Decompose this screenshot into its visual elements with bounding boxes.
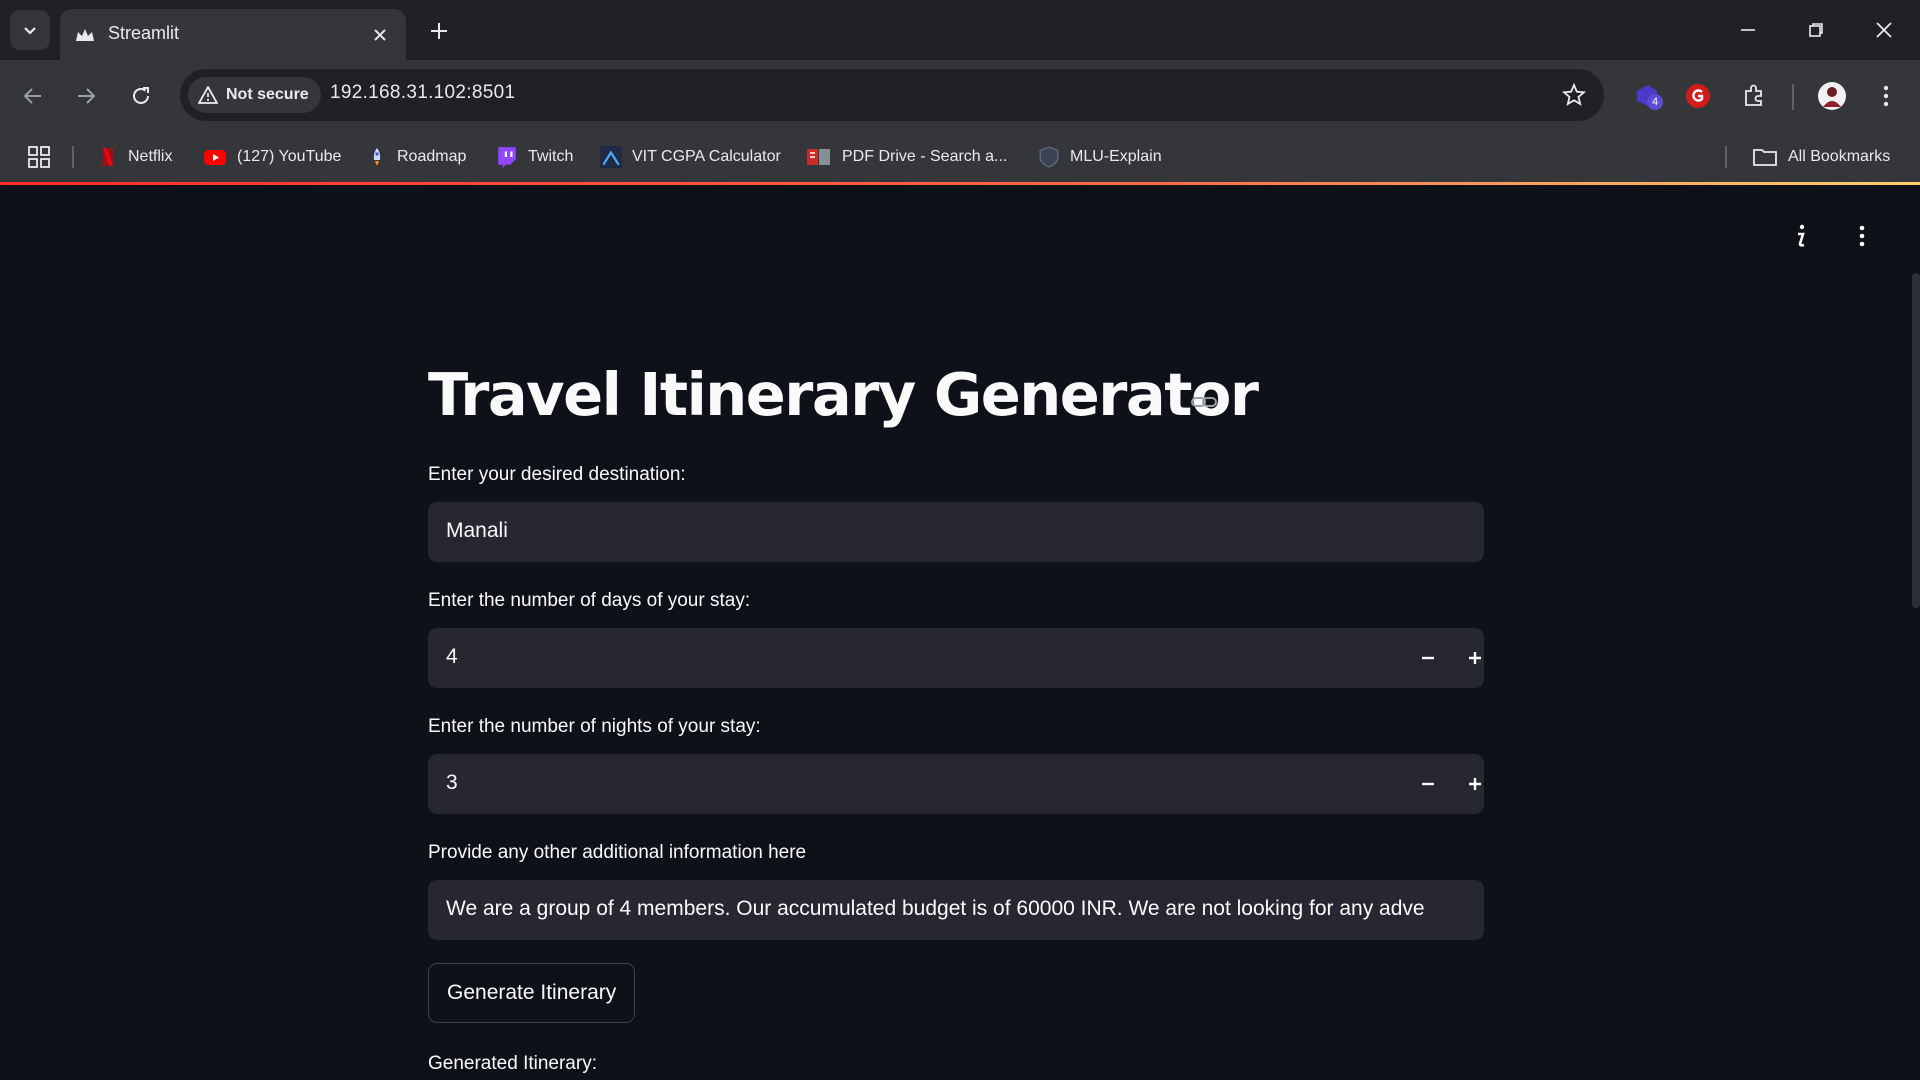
days-label: Enter the number of days of your stay:: [428, 590, 751, 611]
plus-icon: [431, 23, 447, 39]
nights-decrement-button[interactable]: [1413, 769, 1443, 799]
restore-icon: [1809, 23, 1823, 37]
bookmark-netflix[interactable]: Netflix: [98, 144, 172, 170]
nights-number-input[interactable]: 3: [428, 754, 1484, 814]
tab-close-icon[interactable]: [368, 23, 392, 47]
address-bar[interactable]: Not secure 192.168.31.102:8501: [180, 69, 1604, 121]
grammarly-icon: [1686, 84, 1710, 108]
minimize-button[interactable]: [1726, 12, 1770, 48]
bookmark-mlu-explain[interactable]: MLU-Explain: [1038, 144, 1162, 170]
apps-grid-icon: [28, 146, 50, 168]
extensions-menu-button[interactable]: [1734, 76, 1774, 116]
avatar: [1818, 82, 1846, 110]
extension-badge: 4: [1652, 96, 1659, 108]
nights-label: Enter the number of nights of your stay:: [428, 716, 761, 737]
bookmark-separator: [72, 146, 74, 168]
puzzle-icon: [1745, 84, 1762, 106]
rocket-icon: [373, 148, 381, 166]
arrow-right-icon: [78, 88, 96, 104]
folder-icon: [1753, 149, 1777, 166]
kebab-menu-icon: [1883, 85, 1889, 107]
plus-icon: [1469, 778, 1481, 790]
bookmark-twitch[interactable]: Twitch: [496, 144, 573, 170]
streamlit-app: Travel Itinerary Generator Enter your de…: [0, 185, 1920, 1080]
days-number-input[interactable]: 4: [428, 628, 1484, 688]
kebab-menu-icon: [1859, 225, 1865, 247]
days-increment-button[interactable]: [1460, 643, 1490, 673]
bookmark-label: Netflix: [128, 148, 173, 165]
bookmark-label: (127) YouTube: [237, 148, 342, 165]
minimize-icon: [1741, 29, 1755, 31]
days-value: 4: [446, 645, 458, 668]
grammarly-extension-button[interactable]: [1678, 76, 1718, 116]
security-chip[interactable]: Not secure: [188, 77, 321, 113]
calculator-icon: [600, 146, 622, 168]
minus-icon: [1422, 656, 1434, 660]
all-bookmarks-button[interactable]: All Bookmarks: [1752, 144, 1890, 170]
all-bookmarks-label: All Bookmarks: [1788, 148, 1891, 165]
shield-icon: [1039, 146, 1059, 168]
new-tab-button[interactable]: [424, 16, 454, 46]
chevron-down-icon: [24, 27, 36, 35]
forward-button[interactable]: [66, 76, 106, 116]
browser-menu-button[interactable]: [1866, 76, 1906, 116]
arrow-left-icon: [23, 88, 41, 104]
info-icon: [1798, 224, 1805, 247]
plus-icon: [1469, 652, 1481, 664]
netflix-icon: [103, 148, 113, 166]
close-icon: [1876, 22, 1892, 38]
bookmark-label: Twitch: [528, 148, 574, 165]
bookmark-roadmap[interactable]: Roadmap: [367, 144, 466, 170]
additional-info-value: We are a group of 4 members. Our accumul…: [446, 897, 1425, 920]
toolbar-divider: [1792, 84, 1794, 110]
security-label: Not secure: [226, 86, 309, 103]
restore-button[interactable]: [1794, 12, 1838, 48]
tab-title: Streamlit: [108, 23, 180, 43]
browser-toolbar: Not secure 192.168.31.102:8501 4: [0, 60, 1920, 132]
link-icon[interactable]: [1190, 390, 1218, 414]
bookmark-label: MLU-Explain: [1070, 148, 1162, 165]
extension-hexagon-icon: [1637, 85, 1663, 110]
warning-triangle-icon: [198, 86, 218, 104]
star-icon[interactable]: [1562, 83, 1586, 107]
reload-icon: [133, 87, 149, 104]
profile-button[interactable]: [1812, 76, 1852, 116]
days-decrement-button[interactable]: [1413, 643, 1443, 673]
page-title: Travel Itinerary Generator: [428, 360, 1259, 429]
generate-itinerary-button[interactable]: Generate Itinerary: [428, 963, 636, 1023]
extension-button[interactable]: 4: [1628, 76, 1668, 116]
generated-itinerary-label: Generated Itinerary:: [428, 1053, 597, 1074]
info-button[interactable]: [1786, 221, 1816, 251]
youtube-icon: [204, 150, 226, 165]
apps-button[interactable]: [28, 144, 50, 170]
browser-tabstrip: Streamlit: [0, 0, 1920, 60]
main-menu-button[interactable]: [1847, 221, 1877, 251]
close-window-button[interactable]: [1862, 12, 1906, 48]
back-button[interactable]: [13, 76, 53, 116]
pdf-icon: [807, 149, 830, 165]
nights-value: 3: [446, 771, 458, 794]
bookmark-label: PDF Drive - Search a...: [842, 148, 1008, 165]
streamlit-crown-icon: [76, 29, 94, 41]
minus-icon: [1422, 782, 1434, 786]
bookmarks-bar: Netflix (127) YouTube Roadmap Twitch VIT…: [0, 132, 1920, 182]
nights-increment-button[interactable]: [1460, 769, 1490, 799]
destination-input[interactable]: Manali: [428, 502, 1484, 562]
bookmark-youtube[interactable]: (127) YouTube: [203, 144, 341, 170]
bookmark-pdf-drive[interactable]: PDF Drive - Search a...: [806, 144, 1007, 170]
bookmark-vit-cgpa[interactable]: VIT CGPA Calculator: [600, 144, 781, 170]
bookmark-separator: [1725, 146, 1727, 168]
destination-value: Manali: [446, 519, 508, 542]
browser-tab[interactable]: Streamlit: [60, 9, 406, 60]
additional-info-label: Provide any other additional information…: [428, 842, 807, 863]
bookmark-label: Roadmap: [397, 148, 467, 165]
bookmark-label: VIT CGPA Calculator: [632, 148, 781, 165]
tab-search-button[interactable]: [10, 10, 50, 50]
scrollbar[interactable]: [1912, 273, 1920, 608]
destination-label: Enter your desired destination:: [428, 464, 686, 485]
twitch-icon: [498, 147, 516, 168]
reload-button[interactable]: [121, 76, 161, 116]
additional-info-input[interactable]: We are a group of 4 members. Our accumul…: [428, 880, 1484, 940]
url-text[interactable]: 192.168.31.102:8501: [330, 82, 515, 104]
